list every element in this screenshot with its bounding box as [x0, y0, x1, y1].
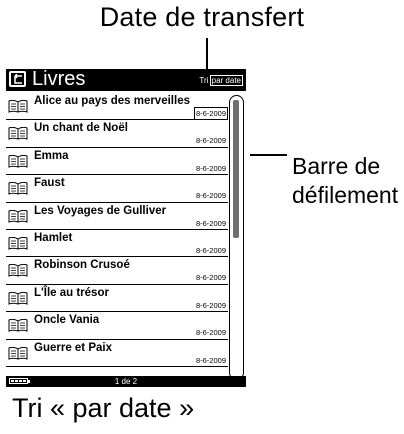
- header-bar: Livres Tri par date: [6, 68, 246, 91]
- book-title: Guerre et Paix: [34, 341, 112, 354]
- book-title: Robinson Crusoé: [34, 259, 130, 272]
- book-icon: [8, 346, 28, 365]
- list-item[interactable]: Un chant de Noël 8-6-2009: [6, 120, 228, 148]
- book-icon: [8, 182, 28, 200]
- list-item[interactable]: L'Île au trésor 8-6-2009: [6, 285, 228, 313]
- callout-sort-by-date: Tri « par date »: [12, 393, 195, 423]
- transfer-date: 8-6-2009: [195, 136, 226, 146]
- book-icon: [8, 236, 28, 255]
- book-title: Oncle Vania: [34, 314, 100, 327]
- book-title: Emma: [34, 149, 69, 162]
- callout-transfer-date: Date de transfert: [99, 2, 305, 32]
- reader-screen: Livres Tri par date Alice au pays des me…: [6, 68, 246, 387]
- book-title: Faust: [34, 177, 65, 190]
- transfer-date: 8-6-2009: [195, 163, 226, 173]
- book-icon: [8, 318, 28, 337]
- page-title: Livres: [32, 68, 86, 90]
- callout-leader-horizontal: [250, 154, 287, 156]
- list-item[interactable]: Oncle Vania 8-6-2009: [6, 312, 228, 340]
- footer-bar: 1 de 2: [6, 376, 246, 387]
- book-title: L'Île au trésor: [34, 286, 109, 299]
- book-title: Les Voyages de Gulliver: [34, 204, 167, 217]
- list-item[interactable]: Guerre et Paix 8-6-2009: [6, 340, 228, 367]
- book-list: Alice au pays des merveilles 8-6-2009 Un c…: [6, 93, 229, 367]
- list-item[interactable]: Hamlet 8-6-2009: [6, 230, 228, 258]
- sort-label[interactable]: Tri par date: [199, 75, 244, 86]
- list-item[interactable]: Les Voyages de Gulliver 8-6-2009: [6, 203, 228, 230]
- book-icon: [8, 291, 28, 310]
- transfer-date: 8-6-2009: [195, 328, 226, 338]
- book-icon: [8, 99, 28, 118]
- sort-value: par date: [209, 75, 244, 86]
- book-icon: [8, 127, 28, 145]
- transfer-date: 8-6-2009: [195, 273, 226, 283]
- back-arrow-icon[interactable]: [9, 71, 26, 87]
- scrollbar[interactable]: [229, 95, 244, 380]
- sort-prefix: Tri: [199, 76, 209, 85]
- list-item[interactable]: Faust 8-6-2009: [6, 175, 228, 203]
- page-indicator: 1 de 2: [114, 377, 138, 386]
- book-title: Un chant de Noël: [34, 122, 128, 135]
- transfer-date: 8-6-2009: [195, 218, 226, 228]
- transfer-date: 8-6-2009: [193, 107, 229, 120]
- book-icon: [8, 209, 28, 228]
- list-item[interactable]: Robinson Crusoé 8-6-2009: [6, 257, 228, 285]
- book-icon: [8, 264, 28, 282]
- callout-scrollbar-line1: Barre de: [292, 153, 381, 179]
- list-item[interactable]: Alice au pays des merveilles 8-6-2009: [6, 93, 229, 121]
- scrollbar-thumb[interactable]: [233, 100, 239, 238]
- callout-scrollbar: Barre de défilement: [292, 152, 398, 210]
- transfer-date: 8-6-2009: [195, 300, 226, 310]
- book-icon: [8, 154, 28, 173]
- transfer-date: 8-6-2009: [195, 191, 226, 201]
- transfer-date: 8-6-2009: [195, 245, 226, 255]
- list-item[interactable]: Emma 8-6-2009: [6, 148, 228, 176]
- book-title: Hamlet: [34, 231, 73, 244]
- book-title: Alice au pays des merveilles: [34, 95, 190, 107]
- callout-scrollbar-line2: défilement: [292, 182, 399, 208]
- transfer-date: 8-6-2009: [195, 355, 226, 365]
